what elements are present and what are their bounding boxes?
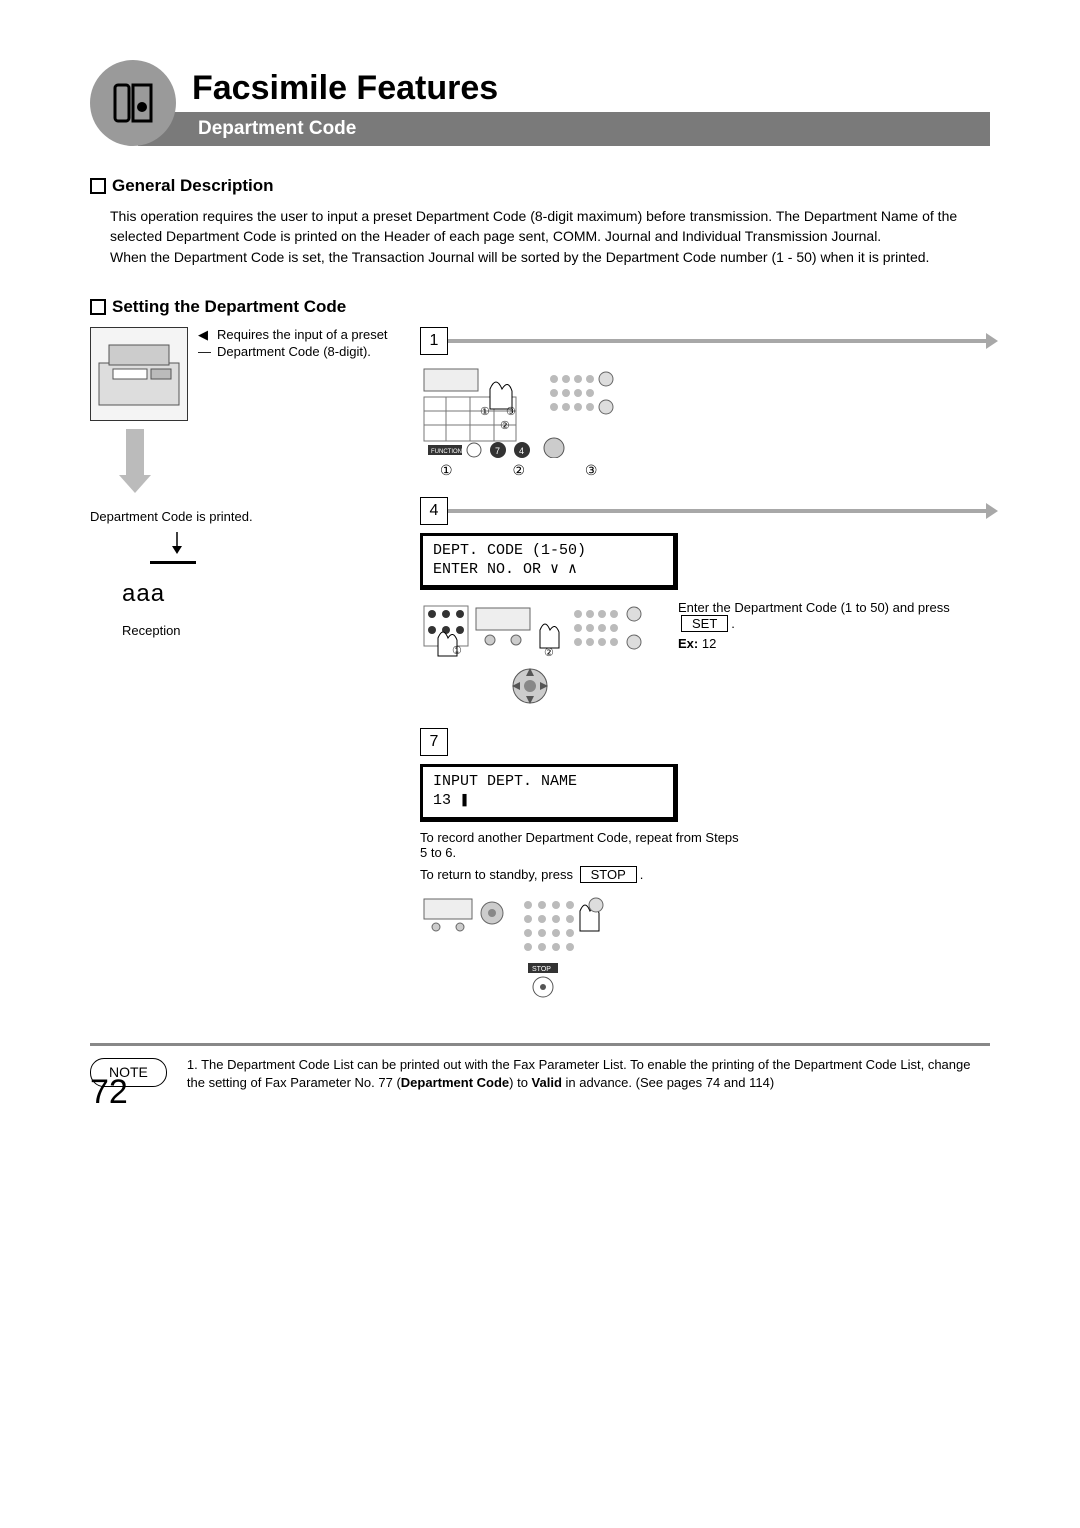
down-arrow-icon [126, 429, 144, 479]
sample-output-text: aaa [122, 578, 390, 609]
section-setting-title: Setting the Department Code [112, 297, 346, 317]
svg-text:②: ② [544, 647, 554, 659]
lcd-line2: ENTER NO. OR ∨ ∧ [433, 561, 663, 580]
general-description-text: This operation requires the user to inpu… [110, 206, 990, 267]
step7-text2: To return to standby, press [420, 867, 573, 882]
page-subtitle: Department Code [138, 112, 990, 146]
step-number-1: 1 [420, 327, 448, 355]
reception-label: Reception [122, 623, 390, 640]
step-arrow-line [448, 509, 990, 513]
control-panel-illustration-7: STOP [420, 893, 620, 1003]
control-panel-illustration-1: ① ③ ② FUNCTION 7 4 [420, 363, 620, 458]
example-value: 12 [698, 636, 716, 651]
step-arrow-line [448, 339, 990, 343]
step4-instruction: Enter the Department Code (1 to 50) and … [678, 600, 950, 615]
dept-code-printed-label: Department Code is printed. [90, 509, 390, 526]
lcd-line1: INPUT DEPT. NAME [433, 773, 663, 792]
lcd-line2: 13 ❚ [433, 792, 663, 811]
phone-page-icon [109, 79, 157, 127]
page-title: Facsimile Features [192, 69, 990, 108]
step7-text1: To record another Department Code, repea… [420, 830, 740, 860]
page-number: 72 [90, 1073, 128, 1112]
stop-button[interactable]: STOP [580, 866, 637, 883]
page-edge-line [150, 561, 196, 564]
svg-text:7: 7 [495, 446, 500, 456]
example-label: Ex: [678, 636, 698, 651]
arrow-left-icon: ◀— [198, 327, 211, 361]
note-text-c: in advance. (See pages 74 and 114) [562, 1075, 774, 1090]
step-number-4: 4 [420, 497, 448, 525]
fax-feature-icon [90, 60, 176, 146]
lcd-display-step7: INPUT DEPT. NAME 13 ❚ [420, 764, 678, 822]
step-number-7: 7 [420, 728, 448, 756]
control-panel-illustration-4: ① ② [420, 600, 660, 710]
set-button[interactable]: SET [681, 615, 728, 632]
note-text-b: ) to [509, 1075, 531, 1090]
svg-text:①: ① [480, 406, 490, 418]
right-column: 1 ① ③ ② [420, 327, 990, 1021]
bullet-icon [90, 299, 106, 315]
svg-text:③: ③ [506, 406, 516, 418]
svg-text:②: ② [500, 420, 510, 432]
section-general-heading: General Description [90, 176, 990, 196]
section-general-title: General Description [112, 176, 274, 196]
svg-text:①: ① [452, 645, 462, 657]
step1-circled-numbers: ① ② ③ [440, 462, 990, 479]
requires-input-text: Requires the input of a preset Departmen… [217, 327, 390, 361]
note-bold-2: Valid [532, 1075, 562, 1090]
note-bold-1: Department Code [401, 1075, 509, 1090]
bullet-icon [90, 178, 106, 194]
printer-illustration [90, 327, 188, 421]
lcd-line1: DEPT. CODE (1-50) [433, 542, 663, 561]
footer-rule [90, 1043, 990, 1046]
lcd-display-step4: DEPT. CODE (1-50) ENTER NO. OR ∨ ∧ [420, 533, 678, 591]
page-header: Facsimile Features Department Code [90, 60, 990, 146]
small-down-arrow-icon [170, 532, 390, 559]
note-block: NOTE 1. The Department Code List can be … [90, 1056, 990, 1092]
section-setting-heading: Setting the Department Code [90, 297, 990, 317]
svg-text:FUNCTION: FUNCTION [431, 449, 462, 455]
left-column: ◀— Requires the input of a preset Depart… [90, 327, 390, 640]
svg-text:STOP: STOP [532, 966, 551, 973]
svg-text:4: 4 [519, 446, 524, 456]
